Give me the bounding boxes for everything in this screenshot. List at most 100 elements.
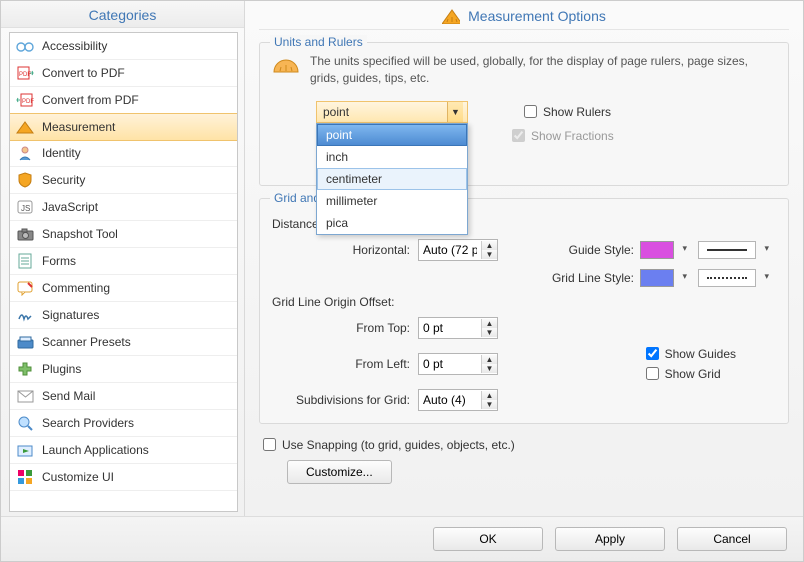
units-select[interactable]: point ▼ [316, 101, 468, 123]
sidebar-item-label: Identity [42, 146, 81, 160]
scanner-icon [16, 333, 34, 351]
ruler-icon [442, 7, 460, 25]
sidebar-item-send-mail[interactable]: Send Mail [10, 383, 237, 410]
sidebar-item-label: Security [42, 173, 85, 187]
sidebar-item-forms[interactable]: Forms [10, 248, 237, 275]
sidebar-item-scanner-presets[interactable]: Scanner Presets [10, 329, 237, 356]
sidebar-item-label: Signatures [42, 308, 99, 322]
guide-color-picker[interactable] [640, 241, 674, 259]
plugin-icon [16, 360, 34, 378]
grid-color-picker[interactable] [640, 269, 674, 287]
spin-up-icon[interactable]: ▲ [482, 241, 497, 250]
sidebar-item-signatures[interactable]: Signatures [10, 302, 237, 329]
sidebar-item-label: Convert from PDF [42, 93, 139, 107]
horizontal-label: Horizontal: [272, 243, 410, 257]
svg-text:PDF: PDF [22, 99, 34, 105]
pdf-out-icon: PDF [16, 91, 34, 109]
sidebar-item-customize-ui[interactable]: Customize UI [10, 464, 237, 491]
comment-icon [16, 279, 34, 297]
units-option-inch[interactable]: inch [317, 146, 467, 168]
from-left-spin[interactable]: ▲▼ [418, 353, 498, 375]
chevron-down-icon: ▼ [447, 102, 463, 122]
show-guides-checkbox[interactable]: Show Guides [646, 347, 736, 361]
camera-icon [16, 225, 34, 243]
ui-icon [16, 468, 34, 486]
from-top-input[interactable] [419, 318, 481, 338]
ok-button[interactable]: OK [433, 527, 543, 551]
svg-text:JS: JS [21, 204, 30, 213]
dialog-footer: OK Apply Cancel [1, 516, 803, 561]
sidebar-item-commenting[interactable]: Commenting [10, 275, 237, 302]
sidebar-item-label: Accessibility [42, 39, 107, 53]
person-icon [16, 144, 34, 162]
sidebar-item-label: Convert to PDF [42, 66, 125, 80]
units-dropdown-popup[interactable]: pointinchcentimetermillimeterpica [316, 123, 468, 235]
categories-list[interactable]: Accessibility PDF Convert to PDF PDF Convert… [9, 32, 238, 512]
origin-label: Grid Line Origin Offset: [272, 295, 395, 309]
sidebar-item-label: Forms [42, 254, 76, 268]
sidebar-item-convert-from-pdf[interactable]: PDF Convert from PDF [10, 87, 237, 114]
sidebar-item-launch-applications[interactable]: Launch Applications [10, 437, 237, 464]
subdiv-spin[interactable]: ▲▼ [418, 389, 498, 411]
launch-icon [16, 441, 34, 459]
units-option-pica[interactable]: pica [317, 212, 467, 234]
sidebar-item-search-providers[interactable]: Search Providers [10, 410, 237, 437]
from-top-label: From Top: [272, 321, 410, 335]
from-top-spin[interactable]: ▲▼ [418, 317, 498, 339]
horizontal-input[interactable] [419, 240, 481, 260]
units-option-millimeter[interactable]: millimeter [317, 190, 467, 212]
page-title: Measurement Options [468, 8, 606, 24]
sidebar-item-label: Search Providers [42, 416, 134, 430]
units-option-point[interactable]: point [317, 124, 467, 146]
sidebar-item-label: Customize UI [42, 470, 114, 484]
sidebar-item-snapshot-tool[interactable]: Snapshot Tool [10, 221, 237, 248]
sidebar-item-label: Launch Applications [42, 443, 149, 457]
sidebar-item-label: Snapshot Tool [42, 227, 118, 241]
show-grid-checkbox[interactable]: Show Grid [646, 367, 736, 381]
spin-down-icon[interactable]: ▼ [482, 250, 497, 259]
grid-line-style-picker[interactable] [698, 269, 756, 287]
categories-sidebar: Categories AccessibilityPDFConvert to PD… [1, 1, 245, 516]
sidebar-item-label: Commenting [42, 281, 110, 295]
customize-button[interactable]: Customize... [287, 460, 392, 484]
sidebar-item-security[interactable]: Security [10, 167, 237, 194]
sidebar-item-label: Send Mail [42, 389, 95, 403]
subdiv-input[interactable] [419, 390, 481, 410]
sidebar-item-measurement[interactable]: Measurement [9, 113, 238, 141]
sidebar-item-label: Scanner Presets [42, 335, 131, 349]
apply-button[interactable]: Apply [555, 527, 665, 551]
sidebar-item-convert-to-pdf[interactable]: PDF Convert to PDF [10, 60, 237, 87]
show-fractions-checkbox: Show Fractions [512, 129, 614, 143]
protractor-icon [272, 53, 300, 75]
from-left-input[interactable] [419, 354, 481, 374]
grid-line-style-label: Grid Line Style: [552, 271, 634, 285]
ruler-icon [16, 118, 34, 136]
js-icon: JS [16, 198, 34, 216]
signature-icon [16, 306, 34, 324]
cancel-button[interactable]: Cancel [677, 527, 787, 551]
content-pane: Measurement Options Units and Rulers The… [245, 1, 803, 516]
sidebar-item-plugins[interactable]: Plugins [10, 356, 237, 383]
guide-style-label: Guide Style: [569, 243, 634, 257]
preferences-dialog: Categories AccessibilityPDFConvert to PD… [0, 0, 804, 562]
forms-icon [16, 252, 34, 270]
subdiv-label: Subdivisions for Grid: [272, 393, 410, 407]
use-snapping-checkbox[interactable]: Use Snapping (to grid, guides, objects, … [263, 438, 515, 452]
guide-line-style-picker[interactable] [698, 241, 756, 259]
sidebar-item-identity[interactable]: Identity [10, 140, 237, 167]
show-rulers-checkbox[interactable]: Show Rulers [524, 105, 611, 119]
shield-icon [16, 171, 34, 189]
units-option-centimeter[interactable]: centimeter [317, 168, 467, 190]
units-legend: Units and Rulers [270, 35, 367, 49]
units-hint: The units specified will be used, global… [310, 53, 776, 87]
sidebar-item-accessibility[interactable]: Accessibility [10, 33, 237, 60]
horizontal-spin[interactable]: ▲▼ [418, 239, 498, 261]
svg-text:PDF: PDF [19, 72, 31, 78]
from-left-label: From Left: [272, 357, 410, 371]
pdf-in-icon: PDF [16, 64, 34, 82]
units-select-value: point [323, 105, 349, 119]
glasses-icon [16, 37, 34, 55]
mail-icon [16, 387, 34, 405]
sidebar-item-label: Plugins [42, 362, 81, 376]
sidebar-item-javascript[interactable]: JSJavaScript [10, 194, 237, 221]
